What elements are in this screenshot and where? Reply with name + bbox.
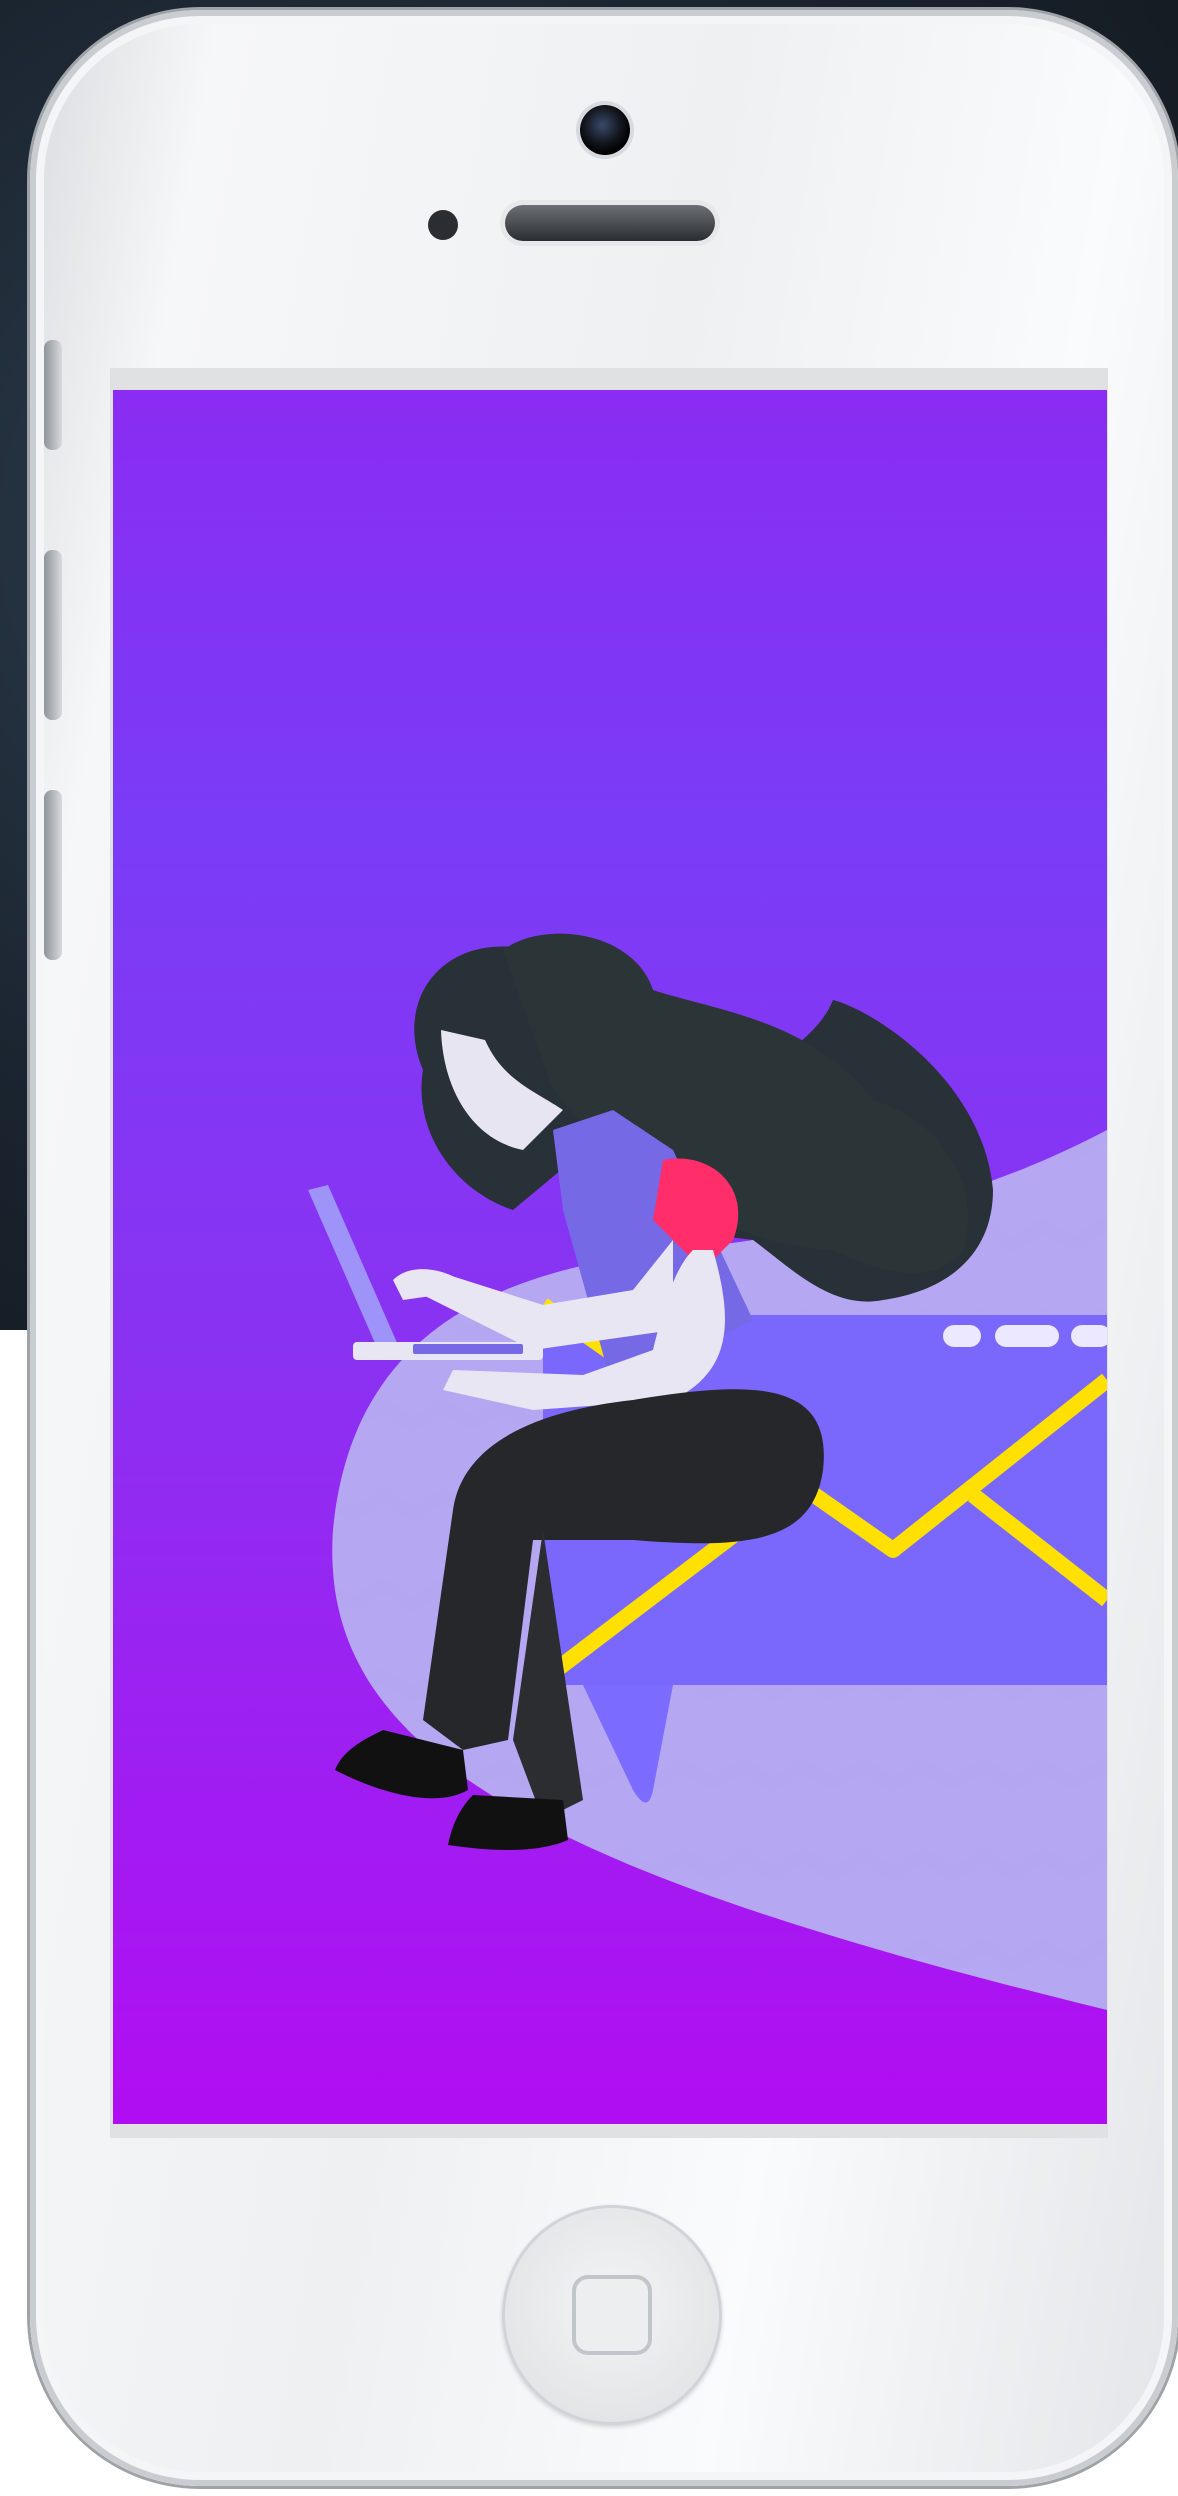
- side-button[interactable]: [44, 340, 62, 450]
- volume-down-button[interactable]: [44, 790, 62, 960]
- illustration: [308, 933, 1107, 2010]
- home-square-icon: [572, 2275, 652, 2355]
- earpiece-speaker: [505, 205, 715, 241]
- stage: [0, 0, 1178, 2496]
- home-button[interactable]: [502, 2205, 722, 2425]
- front-camera-icon: [580, 105, 630, 155]
- proximity-sensor: [428, 210, 458, 240]
- screen[interactable]: [113, 390, 1107, 2124]
- volume-up-button[interactable]: [44, 550, 62, 720]
